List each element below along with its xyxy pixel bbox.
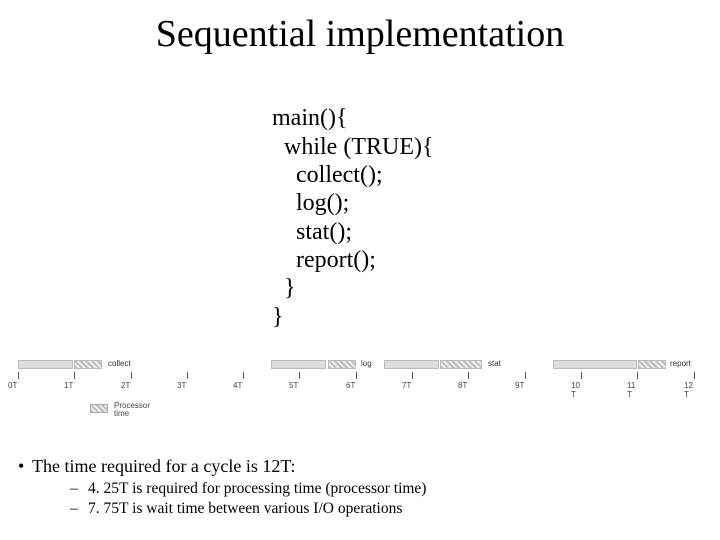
axis-tick — [18, 372, 19, 379]
axis-tick-label: 5T — [289, 381, 319, 390]
axis-tick — [74, 372, 75, 379]
axis-tick — [356, 372, 357, 379]
code-line: log(); — [272, 190, 349, 216]
bar-io — [18, 360, 73, 369]
bar-io — [553, 360, 637, 369]
code-line: collect(); — [272, 162, 383, 188]
axis-tick — [525, 372, 526, 379]
axis-tick-label: 1T — [64, 381, 94, 390]
label-collect: collect — [108, 359, 131, 368]
code-line: } — [272, 304, 284, 330]
legend-swatch-cpu — [90, 404, 108, 413]
bullet-sub: –7. 75T is wait time between various I/O… — [70, 499, 690, 519]
axis-tick — [131, 372, 132, 379]
code-line: stat(); — [272, 219, 352, 245]
axis-tick — [637, 372, 638, 379]
axis-tick — [581, 372, 582, 379]
bar-cpu — [638, 360, 666, 369]
axis-tick-label: 9T — [515, 381, 545, 390]
code-block: main(){ while (TRUE){ collect(); log(); … — [272, 76, 720, 331]
bar-io — [384, 360, 439, 369]
slide-title: Sequential implementation — [0, 0, 720, 56]
axis-tick-label: 4T — [233, 381, 263, 390]
axis-tick — [694, 372, 695, 379]
code-line: } — [272, 275, 296, 301]
label-stat: stat — [488, 359, 501, 368]
bar-cpu — [74, 360, 102, 369]
legend-label-cpu: Processor time — [114, 402, 174, 419]
bullet-main: •The time required for a cycle is 12T: — [18, 456, 690, 477]
bar-cpu — [440, 360, 482, 369]
timeline-chart: collect log stat report 0T 1T 2T 3T 4T 5… — [18, 358, 702, 428]
axis-tick-label: 12 T — [684, 381, 714, 399]
bar-io — [271, 360, 326, 369]
axis-tick — [412, 372, 413, 379]
bullet-list: •The time required for a cycle is 12T: –… — [18, 456, 690, 519]
code-line: report(); — [272, 247, 376, 273]
label-report: report — [670, 359, 691, 368]
axis-tick — [243, 372, 244, 379]
code-line: main(){ — [272, 105, 348, 131]
axis-tick-label: 10 T — [571, 381, 601, 399]
axis-tick-label: 11 T — [627, 381, 657, 399]
label-log: log — [361, 359, 372, 368]
bullet-sub: –4. 25T is required for processing time … — [70, 479, 690, 499]
bar-cpu — [328, 360, 356, 369]
axis-tick — [187, 372, 188, 379]
axis-tick-label: 7T — [402, 381, 432, 390]
axis-tick-label: 8T — [458, 381, 488, 390]
axis-tick-label: 2T — [121, 381, 151, 390]
bullet-sub-text: 4. 25T is required for processing time (… — [88, 480, 426, 497]
axis-tick-label: 6T — [346, 381, 376, 390]
axis-tick-label: 0T — [8, 381, 38, 390]
axis-tick-label: 3T — [177, 381, 207, 390]
bullet-sub-text: 7. 75T is wait time between various I/O … — [88, 500, 402, 517]
code-line: while (TRUE){ — [272, 134, 433, 160]
bullet-main-text: The time required for a cycle is 12T: — [32, 456, 296, 476]
axis-tick — [468, 372, 469, 379]
axis-tick — [299, 372, 300, 379]
